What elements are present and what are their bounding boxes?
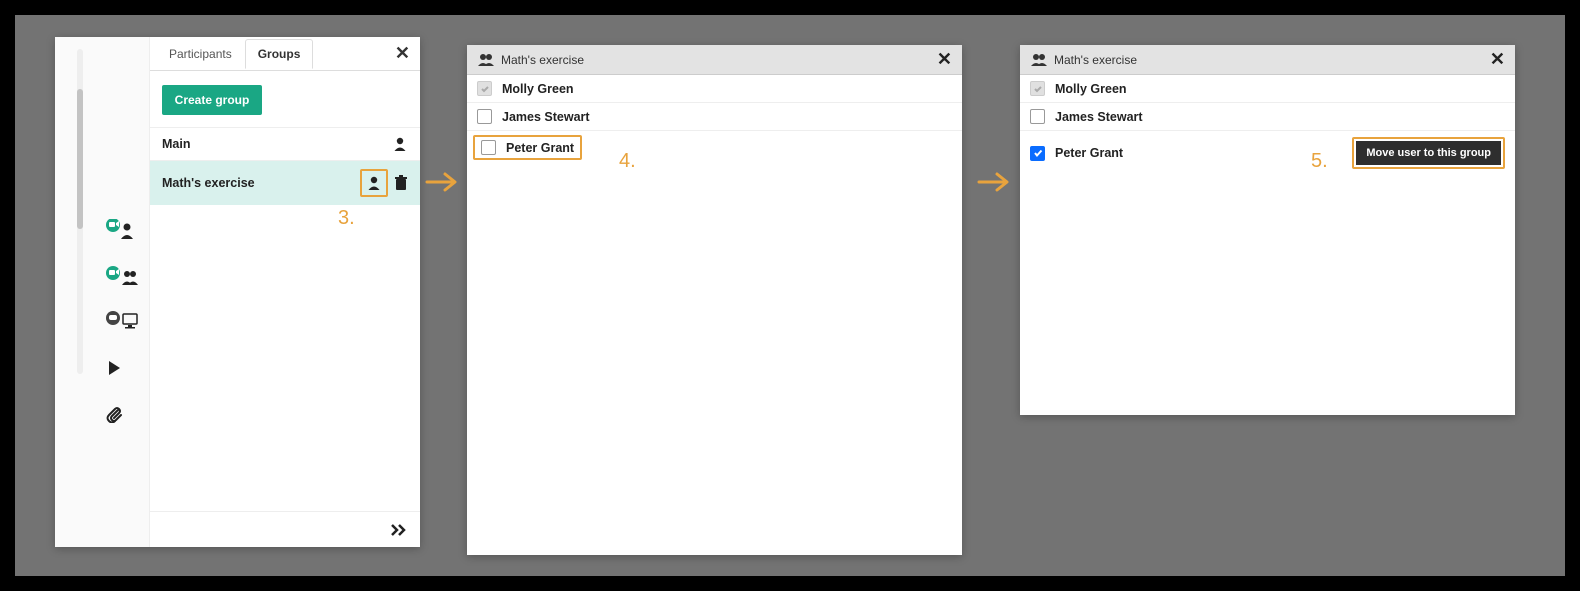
delete-group-icon[interactable] (394, 175, 408, 191)
groups-panel: Participants Groups ✕ Create group Main … (55, 37, 420, 547)
move-user-button[interactable]: Move user to this group (1356, 141, 1501, 165)
group-row-main[interactable]: Main (150, 127, 420, 160)
checkbox-checked[interactable] (1030, 146, 1045, 161)
manage-users-icon[interactable] (366, 175, 382, 191)
user-row: Molly Green (1020, 75, 1515, 103)
modal-header: Math's exercise ✕ (467, 45, 962, 75)
sidebar-chat-screen-icon[interactable] (105, 307, 139, 337)
user-name: Molly Green (502, 82, 574, 96)
sidebar-video-user-icon[interactable] (105, 215, 139, 245)
user-name: James Stewart (502, 110, 590, 124)
arrow-icon (425, 170, 461, 194)
user-name: Molly Green (1055, 82, 1127, 96)
user-icon[interactable] (392, 136, 408, 152)
close-panel-icon[interactable]: ✕ (395, 43, 410, 64)
group-name: Math's exercise (162, 176, 360, 190)
sidebar-attachment-icon[interactable] (105, 399, 139, 429)
user-row: Molly Green (467, 75, 962, 103)
tab-participants[interactable]: Participants (156, 39, 245, 69)
modal-title: Math's exercise (1054, 53, 1137, 67)
group-row-maths-exercise[interactable]: Math's exercise (150, 160, 420, 205)
user-row: Peter Grant (467, 131, 962, 164)
user-name: Peter Grant (1055, 146, 1123, 160)
expand-icon[interactable] (390, 523, 408, 537)
sidebar-video-group-icon[interactable] (105, 261, 139, 291)
scrollbar[interactable] (77, 49, 83, 374)
sidebar (55, 37, 150, 547)
group-name: Main (162, 137, 386, 151)
checkbox-disabled (477, 81, 492, 96)
user-name: James Stewart (1055, 110, 1143, 124)
highlight-step3 (360, 169, 388, 197)
modal-header: Math's exercise ✕ (1020, 45, 1515, 75)
user-name: Peter Grant (506, 141, 574, 155)
user-row: James Stewart (467, 103, 962, 131)
close-modal-icon[interactable]: ✕ (1490, 49, 1505, 70)
move-user-modal: Math's exercise ✕ Molly Green James Stew… (1020, 45, 1515, 415)
highlight-step5: Move user to this group (1352, 137, 1505, 169)
sidebar-play-icon[interactable] (105, 353, 139, 383)
tab-groups[interactable]: Groups (245, 39, 314, 69)
select-users-modal: Math's exercise ✕ Molly Green James Stew… (467, 45, 962, 555)
tabs: Participants Groups ✕ (150, 37, 420, 71)
checkbox[interactable] (481, 140, 496, 155)
user-row: Peter Grant Move user to this group (1020, 131, 1515, 175)
group-icon (1030, 53, 1048, 67)
user-row: James Stewart (1020, 103, 1515, 131)
group-icon (477, 53, 495, 67)
modal-title: Math's exercise (501, 53, 584, 67)
highlight-step4: Peter Grant (473, 135, 582, 160)
checkbox-disabled (1030, 81, 1045, 96)
checkbox[interactable] (1030, 109, 1045, 124)
scrollbar-thumb[interactable] (77, 89, 83, 229)
create-group-button[interactable]: Create group (162, 85, 262, 115)
arrow-icon (977, 170, 1013, 194)
checkbox[interactable] (477, 109, 492, 124)
close-modal-icon[interactable]: ✕ (937, 49, 952, 70)
